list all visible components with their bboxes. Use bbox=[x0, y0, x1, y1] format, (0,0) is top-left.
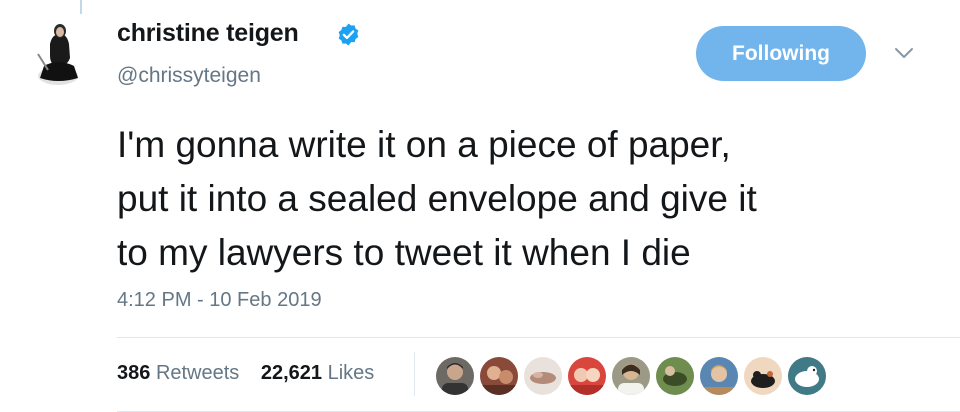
user-handle[interactable]: @chrissyteigen bbox=[117, 64, 261, 88]
display-name[interactable]: christine teigen bbox=[117, 19, 299, 48]
tweet-text: I'm gonna write it on a piece of paper, … bbox=[117, 118, 917, 280]
tweet-text-line: put it into a sealed envelope and give i… bbox=[117, 178, 757, 219]
liker-avatar[interactable] bbox=[654, 355, 696, 397]
retweets-stat[interactable]: 386 Retweets bbox=[117, 362, 239, 385]
stats-separator bbox=[414, 352, 415, 396]
following-button[interactable]: Following bbox=[696, 26, 866, 81]
liker-avatar[interactable] bbox=[566, 355, 608, 397]
retweets-label: Retweets bbox=[155, 362, 240, 384]
likes-stat[interactable]: 22,621 Likes bbox=[261, 362, 374, 385]
likes-count: 22,621 bbox=[260, 362, 323, 384]
verified-badge-icon bbox=[338, 23, 359, 46]
tweet-text-line: I'm gonna write it on a piece of paper, bbox=[117, 124, 731, 165]
liker-avatar[interactable] bbox=[698, 355, 740, 397]
liker-avatar[interactable] bbox=[434, 355, 476, 397]
retweets-count: 386 bbox=[117, 362, 151, 384]
chevron-down-icon[interactable] bbox=[893, 45, 915, 61]
liker-avatar[interactable] bbox=[478, 355, 520, 397]
liker-avatar[interactable] bbox=[610, 355, 652, 397]
liker-avatar[interactable] bbox=[786, 355, 828, 397]
thread-connector-line bbox=[80, 0, 82, 14]
liker-avatar[interactable] bbox=[742, 355, 784, 397]
tweet-card: christine teigen @chrissyteigen Followin… bbox=[0, 0, 960, 412]
liker-avatar[interactable] bbox=[522, 355, 564, 397]
user-avatar[interactable] bbox=[24, 14, 96, 86]
tweet-timestamp[interactable]: 4:12 PM - 10 Feb 2019 bbox=[117, 289, 322, 312]
likes-label: Likes bbox=[327, 362, 375, 384]
tweet-stats: 386 Retweets 22,621 Likes bbox=[117, 362, 390, 385]
tweet-text-line: to my lawyers to tweet it when I die bbox=[117, 232, 691, 273]
divider bbox=[117, 337, 960, 338]
